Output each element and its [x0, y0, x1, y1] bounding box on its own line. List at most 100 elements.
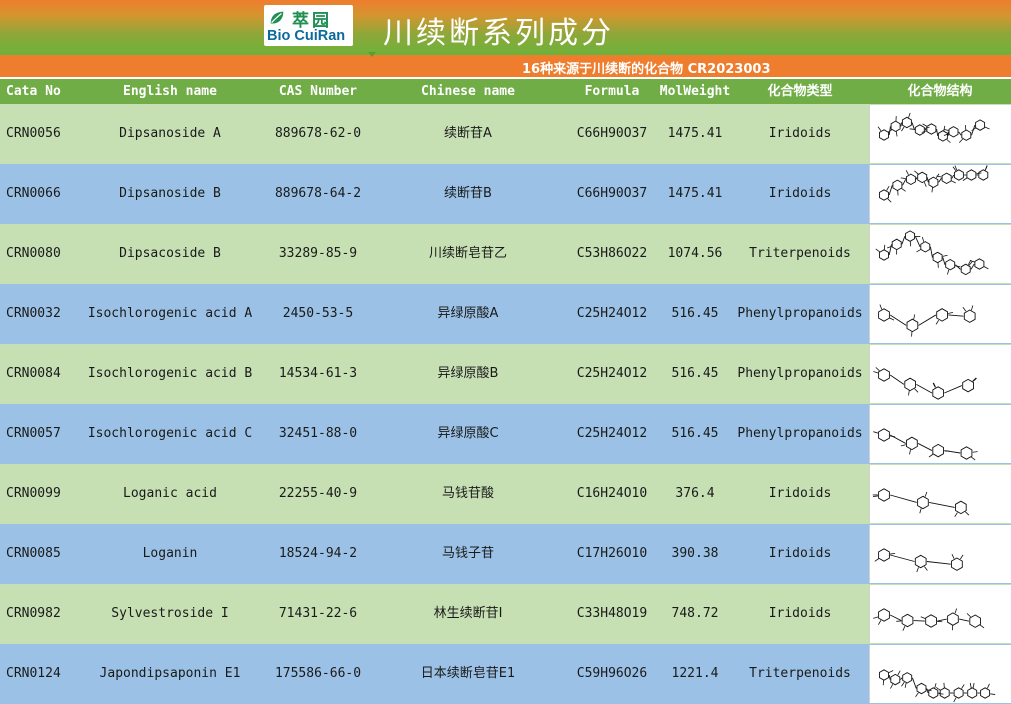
bond-mark	[901, 682, 904, 686]
brand-logo: 萃园 Bio CuiRan	[264, 5, 353, 46]
bond-mark	[900, 678, 902, 680]
bond-mark	[929, 454, 933, 457]
ring-mark	[938, 131, 947, 141]
english-name-cell: Loganin	[78, 524, 262, 584]
bond-mark	[915, 236, 920, 247]
bond-mark	[927, 688, 928, 693]
bond-mark	[954, 698, 956, 702]
cata-no-cell: CRN0099	[0, 464, 78, 524]
header-english-name: English name	[78, 79, 262, 104]
ring-mark	[906, 174, 915, 184]
bond-mark	[896, 131, 897, 136]
ring-mark	[918, 172, 927, 182]
bond-mark	[925, 129, 926, 130]
ring-mark	[933, 444, 944, 456]
bond-mark	[959, 132, 961, 135]
cas-number-cell: 18524-94-2	[262, 524, 374, 584]
bond-mark	[932, 187, 933, 192]
table-row: CRN0982 Sylvestroside I 71431-22-6 林生续断苷…	[0, 584, 1011, 644]
ring-mark	[948, 613, 959, 625]
structure-icon	[870, 525, 1011, 583]
structure-icon	[870, 165, 1011, 223]
bond-mark	[890, 315, 906, 325]
ring-mark	[937, 309, 948, 321]
structure-image	[869, 225, 1011, 283]
compound-type-cell: Iridoids	[732, 464, 868, 524]
table-row: CRN0080 Dipsacoside B 33289-85-9 川续断皂苷乙 …	[0, 224, 1011, 284]
bond-mark	[971, 264, 974, 269]
bond-mark	[876, 367, 880, 370]
bond-mark	[916, 249, 920, 252]
bond-mark	[902, 236, 905, 244]
mol-weight-cell: 748.72	[658, 584, 732, 644]
bond-mark	[880, 305, 882, 310]
bond-mark	[901, 122, 902, 126]
english-name-cell: Japondipsaponin E1	[78, 644, 262, 704]
bond-mark	[873, 371, 878, 373]
ring-mark	[879, 489, 890, 501]
structure-icon	[870, 645, 1011, 703]
cas-number-cell: 175586-66-0	[262, 644, 374, 704]
ring-mark	[962, 130, 971, 140]
bond-mark	[878, 127, 881, 131]
formula-cell: C66H90O37	[566, 104, 658, 164]
bond-mark	[944, 386, 962, 393]
ring-mark	[933, 387, 944, 399]
structure-image	[869, 645, 1011, 703]
bond-mark	[912, 678, 916, 689]
bond-mark	[985, 127, 990, 129]
english-name-cell: Loganic acid	[78, 464, 262, 524]
table-row: CRN0085 Loganin 18524-94-2 马钱子苷 C17H26O1…	[0, 524, 1011, 584]
bond-mark	[915, 389, 919, 393]
bond-mark	[973, 452, 978, 453]
bond-mark	[890, 435, 905, 443]
bond-mark	[901, 127, 904, 131]
english-name-cell: Isochlorogenic acid C	[78, 404, 262, 464]
ring-mark	[927, 124, 936, 134]
ring-mark	[964, 310, 975, 322]
english-name-cell: Sylvestroside I	[78, 584, 262, 644]
structure-image	[869, 585, 1011, 643]
bond-mark	[959, 619, 969, 621]
cas-number-cell: 889678-64-2	[262, 164, 374, 224]
chinese-name-cell: 异绿原酸C	[374, 404, 562, 464]
compound-type-cell: Iridoids	[732, 104, 868, 164]
ring-mark	[961, 447, 972, 459]
bond-mark	[987, 684, 989, 689]
ring-mark	[981, 688, 990, 698]
ring-mark	[879, 429, 890, 441]
table-header: Cata No English name CAS Number Chinese …	[0, 79, 1011, 104]
bond-mark	[960, 555, 963, 559]
bond-mark	[959, 139, 962, 143]
ring-mark	[905, 378, 916, 390]
chinese-name-cell: 续断苷A	[374, 104, 562, 164]
compound-type-cell: Phenylpropanoids	[732, 344, 868, 404]
ring-mark	[946, 260, 955, 270]
ring-mark	[940, 688, 949, 698]
cata-no-cell: CRN0084	[0, 344, 78, 404]
table-row: CRN0124 Japondipsaponin E1 175586-66-0 日…	[0, 644, 1011, 704]
compound-type-cell: Phenylpropanoids	[732, 284, 868, 344]
bond-mark	[889, 670, 893, 672]
structure-image	[869, 165, 1011, 223]
mol-weight-cell: 390.38	[658, 524, 732, 584]
bond-mark	[887, 186, 889, 190]
cata-no-cell: CRN0982	[0, 584, 78, 644]
bond-mark	[971, 457, 975, 460]
ring-mark	[906, 231, 915, 241]
header-formula: Formula	[566, 79, 658, 104]
leaf-logo-icon	[268, 9, 286, 27]
cata-no-cell: CRN0057	[0, 404, 78, 464]
structure-icon	[870, 405, 1011, 463]
compound-type-cell: Iridoids	[732, 164, 868, 224]
bond-mark	[921, 617, 926, 619]
bond-mark	[903, 626, 905, 631]
cata-no-cell: CRN0124	[0, 644, 78, 704]
bond-mark	[878, 620, 881, 624]
formula-cell: C25H24O12	[566, 344, 658, 404]
bond-mark	[990, 694, 995, 695]
bond-mark	[944, 126, 945, 131]
bond-mark	[952, 175, 954, 178]
bond-mark	[948, 315, 963, 316]
ring-mark	[929, 177, 938, 187]
